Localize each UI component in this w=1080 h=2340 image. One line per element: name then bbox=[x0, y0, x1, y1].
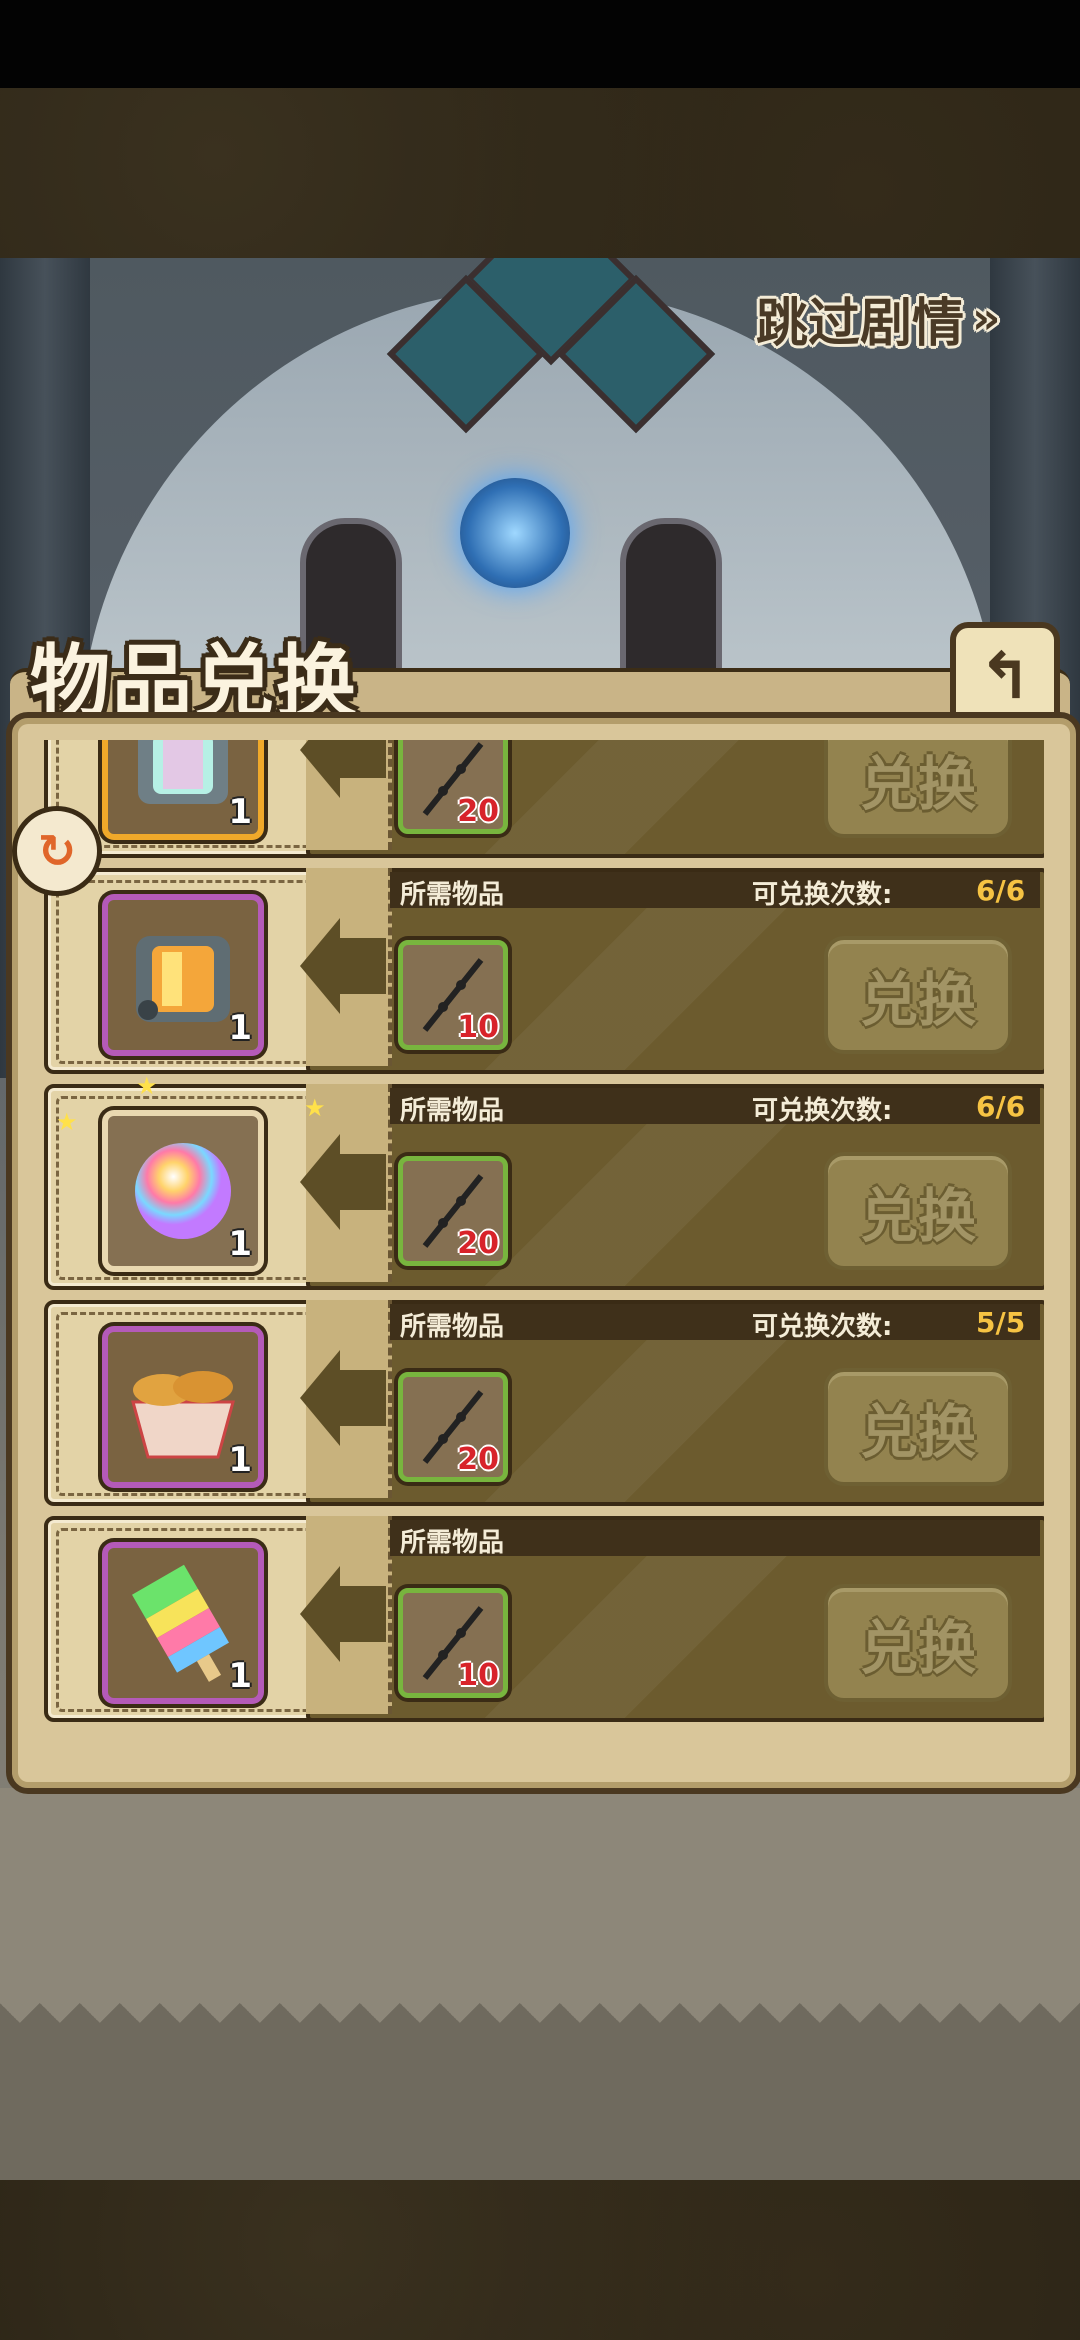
floor-trim bbox=[0, 2003, 1080, 2043]
row-header: 所需物品 可兑换次数: 6/6 bbox=[390, 872, 1040, 910]
exchange-row: 1 20 兑换 bbox=[38, 740, 1044, 858]
required-item[interactable]: 20 bbox=[398, 1372, 508, 1482]
count-value: 6/6 bbox=[976, 1090, 1026, 1123]
required-label: 所需物品 bbox=[400, 1096, 505, 1126]
item-quantity: 1 bbox=[228, 1224, 252, 1264]
reward-item[interactable]: 1 bbox=[102, 740, 264, 840]
exchange-row: 所需物品 可兑换次数: 5/5 1 20 兑换 bbox=[38, 1300, 1044, 1506]
arrow-icon bbox=[300, 918, 340, 1014]
item-quantity: 1 bbox=[228, 1008, 252, 1048]
exchange-list[interactable]: 1 20 兑换 所需物品 可兑换次数: 6/6 1 10 兑换 所需物品 可兑换… bbox=[38, 740, 1044, 1744]
arrow-body bbox=[338, 1154, 386, 1210]
floor-lower bbox=[0, 2043, 1080, 2180]
glowing-orb bbox=[460, 478, 570, 588]
row-header: 所需物品 可兑换次数: 5/5 bbox=[390, 1304, 1040, 1342]
required-item[interactable]: 10 bbox=[398, 1588, 508, 1698]
bottom-border-band bbox=[0, 2180, 1080, 2340]
sparkle-icon: ★ bbox=[136, 1072, 158, 1100]
exchange-button[interactable]: 兑换 bbox=[824, 1584, 1012, 1702]
double-chevron-icon: » bbox=[972, 292, 1001, 344]
item-quantity: 1 bbox=[228, 1440, 252, 1480]
reward-item[interactable]: 1 bbox=[102, 1326, 264, 1488]
arrow-body bbox=[338, 1370, 386, 1426]
required-item[interactable]: 20 bbox=[398, 740, 508, 834]
exchange-button-label: 兑换 bbox=[859, 966, 976, 1034]
exchange-button[interactable]: 兑换 bbox=[824, 1152, 1012, 1270]
exchange-row: 所需物品 1 10 兑换 bbox=[38, 1516, 1044, 1722]
count-value: 5/5 bbox=[976, 1306, 1026, 1339]
row-header: 所需物品 可兑换次数: 6/6 bbox=[390, 1088, 1040, 1126]
exchange-button[interactable]: 兑换 bbox=[824, 936, 1012, 1054]
exchange-row: 所需物品 可兑换次数: 6/6 1 10 兑换 bbox=[38, 868, 1044, 1074]
required-quantity: 20 bbox=[457, 1226, 499, 1261]
exchange-button-label: 兑换 bbox=[859, 1398, 976, 1466]
arrow-body bbox=[338, 938, 386, 994]
skip-story-button[interactable]: 跳过剧情 » bbox=[756, 288, 1001, 354]
stained-glass bbox=[386, 258, 716, 488]
sparkle-icon: ★ bbox=[56, 1108, 78, 1136]
arrow-icon bbox=[300, 1134, 340, 1230]
required-label: 所需物品 bbox=[400, 880, 505, 910]
arrow-body bbox=[338, 740, 386, 778]
required-quantity: 10 bbox=[457, 1658, 499, 1693]
arrow-body bbox=[338, 1586, 386, 1642]
exchange-button-label: 兑换 bbox=[859, 1182, 976, 1250]
required-quantity: 20 bbox=[457, 794, 499, 829]
count-label: 可兑换次数: bbox=[752, 1096, 893, 1126]
back-arrow-icon: ↰ bbox=[978, 640, 1032, 714]
required-item[interactable]: 10 bbox=[398, 940, 508, 1050]
row-header: 所需物品 bbox=[390, 1520, 1040, 1558]
exchange-button-label: 兑换 bbox=[859, 1614, 976, 1682]
status-bar bbox=[0, 0, 1080, 88]
required-label: 所需物品 bbox=[400, 1528, 505, 1558]
required-quantity: 10 bbox=[457, 1010, 499, 1045]
required-item[interactable]: 20 bbox=[398, 1156, 508, 1266]
count-label: 可兑换次数: bbox=[752, 880, 893, 910]
skip-label: 跳过剧情 bbox=[756, 293, 965, 354]
exchange-button[interactable]: 兑换 bbox=[824, 740, 1012, 838]
arrow-icon bbox=[300, 740, 340, 798]
refresh-badge[interactable]: ↻ bbox=[12, 806, 102, 896]
count-label: 可兑换次数: bbox=[752, 1312, 893, 1342]
item-quantity: 1 bbox=[228, 792, 252, 832]
required-quantity: 20 bbox=[457, 1442, 499, 1477]
arrow-icon bbox=[300, 1566, 340, 1662]
count-value: 6/6 bbox=[976, 874, 1026, 907]
required-label: 所需物品 bbox=[400, 1312, 505, 1342]
exchange-row: 所需物品 可兑换次数: 6/6 1 ★ ★ ★ 20 兑换 bbox=[38, 1072, 1044, 1290]
reward-item[interactable]: 1 bbox=[102, 1110, 264, 1272]
exchange-button[interactable]: 兑换 bbox=[824, 1368, 1012, 1486]
reward-item[interactable]: 1 bbox=[102, 894, 264, 1056]
item-quantity: 1 bbox=[228, 1656, 252, 1696]
top-border-band bbox=[0, 88, 1080, 258]
refresh-icon: ↻ bbox=[37, 824, 77, 878]
arrow-icon bbox=[300, 1350, 340, 1446]
exchange-button-label: 兑换 bbox=[859, 750, 976, 818]
reward-item[interactable]: 1 bbox=[102, 1542, 264, 1704]
sparkle-icon: ★ bbox=[304, 1094, 326, 1122]
